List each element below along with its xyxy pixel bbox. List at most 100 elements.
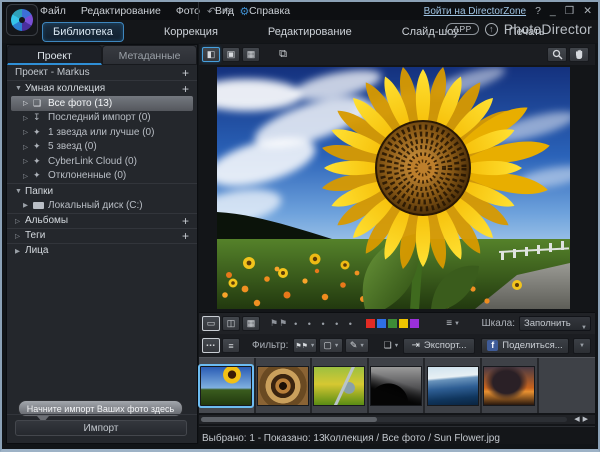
undo-icon[interactable]: ↶ xyxy=(207,5,216,18)
edit-filter-button[interactable]: ✎▼ xyxy=(345,338,369,353)
faces-header[interactable]: ▶ Лица xyxy=(7,243,197,258)
tab-edit[interactable]: Редактирование xyxy=(258,23,362,41)
chevron-right-icon[interactable]: ▷ xyxy=(15,232,25,240)
expand-arrow-icon[interactable]: ▶ xyxy=(23,201,33,209)
app-logo[interactable] xyxy=(6,4,38,36)
smart-collection-label: Умная коллекция xyxy=(25,83,105,94)
tree-item-rejected[interactable]: ▷ ✦ Отклоненные (0) xyxy=(7,169,197,184)
thumbnail-field-bicycle[interactable] xyxy=(312,358,369,413)
grid-view-button[interactable]: ▦ xyxy=(242,47,260,62)
flag-filter-button[interactable]: ⚑⚑▼ xyxy=(293,338,317,353)
flag-rating-icons[interactable]: ⚑⚑ xyxy=(270,318,288,329)
multi-view-button[interactable]: ▦ xyxy=(242,316,260,331)
color-label-blue[interactable] xyxy=(377,319,386,328)
color-label-purple[interactable] xyxy=(410,319,419,328)
stack-filter-button[interactable]: ❏▼ xyxy=(379,338,403,353)
chevron-right-icon[interactable]: ▷ xyxy=(15,217,25,225)
import-tray-icon: ↧ xyxy=(33,112,48,123)
titlebar-right: Войти на DirectorZone ? _ ❒ ✕ xyxy=(424,2,592,20)
thumbnail-dark-landscape[interactable] xyxy=(369,358,426,413)
scroll-right-icon[interactable]: ▶ xyxy=(583,416,591,423)
tab-library[interactable]: Библиотека xyxy=(42,22,124,42)
gear-icon[interactable]: ⚙ xyxy=(239,5,249,18)
scrollbar-track[interactable] xyxy=(201,417,567,422)
color-label-red[interactable] xyxy=(366,319,375,328)
import-button[interactable]: Импорт xyxy=(15,420,187,436)
add-tag-icon[interactable]: + xyxy=(182,231,189,241)
all-photos-icon: ❑ xyxy=(33,98,48,109)
export-button[interactable]: ⇥ Экспорт... xyxy=(403,338,475,354)
tree-item-5-stars[interactable]: ▷ ✦ 5 звезд (0) xyxy=(7,140,197,155)
chevron-down-icon[interactable]: ▼ xyxy=(15,188,25,195)
project-row[interactable]: Проект - Markus + xyxy=(7,65,197,81)
chevron-down-icon[interactable]: ▼ xyxy=(15,85,25,92)
directorzone-signin-link[interactable]: Войти на DirectorZone xyxy=(424,6,526,17)
expand-arrow-icon[interactable]: ▷ xyxy=(23,128,33,136)
expand-arrow-icon[interactable]: ▷ xyxy=(23,143,33,151)
browser-view-button[interactable]: ◧ xyxy=(202,47,220,62)
menu-edit[interactable]: Редактирование xyxy=(81,5,161,17)
scale-dropdown[interactable]: Заполнить ▼ xyxy=(519,316,591,331)
add-smart-collection-icon[interactable]: + xyxy=(182,84,189,94)
facebook-icon: f xyxy=(487,340,498,351)
albums-header[interactable]: ▷ Альбомы + xyxy=(7,213,197,228)
label-filter-button[interactable]: ▢▼ xyxy=(319,338,343,353)
menu-photo[interactable]: Фото xyxy=(176,5,200,17)
color-label-green[interactable] xyxy=(388,319,397,328)
chevron-right-icon[interactable]: ▶ xyxy=(15,247,25,255)
thumbnail-mountain-lake[interactable] xyxy=(425,358,482,413)
list-mode-button[interactable]: ≡ xyxy=(222,338,240,353)
tree-item-all-photos[interactable]: ▷ ❑ Все фото (13) xyxy=(11,96,193,111)
viewer-area: ◧ ▣ ▦ ⧉ xyxy=(199,44,595,444)
two-up-view-button[interactable]: ◫ xyxy=(222,316,240,331)
app-badge[interactable]: APP xyxy=(446,23,479,35)
smart-collection-header[interactable]: ▼ Умная коллекция + xyxy=(7,81,197,96)
hand-tool-button[interactable] xyxy=(569,47,589,62)
thumbnail-spiral[interactable] xyxy=(256,358,313,413)
help-button[interactable]: ? xyxy=(535,5,541,17)
scrollbar-thumb[interactable] xyxy=(201,417,377,422)
expand-arrow-icon[interactable]: ▷ xyxy=(23,114,33,122)
redo-icon[interactable]: ↷ xyxy=(223,5,232,18)
tree-item-1-star[interactable]: ▷ ✦ 1 звезда или лучше (0) xyxy=(7,125,197,140)
color-label-yellow[interactable] xyxy=(399,319,408,328)
dual-display-button[interactable]: ⧉ xyxy=(274,47,292,62)
scroll-left-icon[interactable]: ◀ xyxy=(574,416,582,423)
tags-header[interactable]: ▷ Теги + xyxy=(7,228,197,243)
history-controls: ↶ ↷ ⚙ xyxy=(198,2,249,20)
maximize-button[interactable]: ❒ xyxy=(565,5,574,17)
tree-item-label: Все фото (13) xyxy=(48,98,112,109)
menu-help[interactable]: Справка xyxy=(249,5,290,17)
thumbnail-mode-button[interactable]: ▪▪▪ xyxy=(202,338,220,353)
tab-metadata[interactable]: Метаданные xyxy=(102,45,197,65)
tab-adjustment[interactable]: Коррекция xyxy=(154,23,228,41)
one-up-view-button[interactable]: ▭ xyxy=(202,316,220,331)
add-project-icon[interactable]: + xyxy=(182,68,189,78)
expand-arrow-icon[interactable]: ▷ xyxy=(23,172,33,180)
upgrade-icon[interactable]: ↑ xyxy=(485,23,498,36)
share-dropdown-button[interactable]: ▼ xyxy=(573,338,591,354)
thumbnail-sunflower[interactable] xyxy=(199,358,256,413)
close-button[interactable]: ✕ xyxy=(583,5,592,17)
thumbnail-sunset[interactable] xyxy=(482,358,539,413)
menu-file[interactable]: Файл xyxy=(40,5,66,17)
export-icon: ⇥ xyxy=(412,340,420,351)
star-rating-dots[interactable]: • • • • • xyxy=(294,319,356,329)
expand-arrow-icon[interactable]: ▷ xyxy=(23,99,33,107)
share-button[interactable]: f Поделиться... xyxy=(481,338,569,354)
minimize-button[interactable]: _ xyxy=(550,5,556,17)
zoom-tool-button[interactable] xyxy=(547,47,567,62)
folders-header[interactable]: ▼ Папки xyxy=(7,183,197,198)
tree-item-latest-import[interactable]: ▷ ↧ Последний импорт (0) xyxy=(7,111,197,126)
viewer-only-button[interactable]: ▣ xyxy=(222,47,240,62)
tree-item-local-disk[interactable]: ▶ Локальный диск (C:) xyxy=(7,198,197,213)
sidebar-tabs: Проект Метаданные xyxy=(7,45,197,65)
tab-project[interactable]: Проект xyxy=(7,45,102,65)
sort-menu-button[interactable]: ≡ ▼ xyxy=(446,318,460,329)
tree-item-cyberlink-cloud[interactable]: ▷ ✦ CyberLink Cloud (0) xyxy=(7,154,197,169)
add-album-icon[interactable]: + xyxy=(182,216,189,226)
photo-canvas[interactable] xyxy=(217,67,570,309)
chevron-down-icon: ▼ xyxy=(334,343,339,349)
library-sidebar: Проект Метаданные Проект - Markus + ▼ Ум… xyxy=(6,44,198,444)
expand-arrow-icon[interactable]: ▷ xyxy=(23,157,33,165)
